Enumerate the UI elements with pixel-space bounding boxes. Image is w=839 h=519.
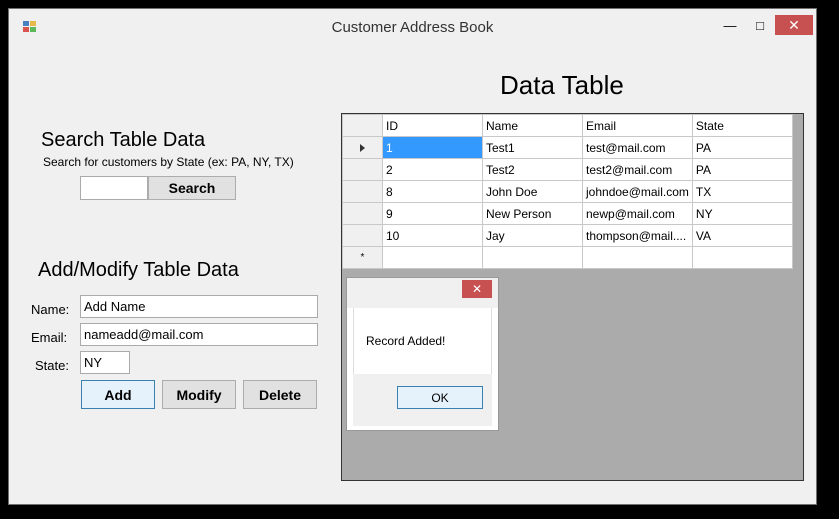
table-cell[interactable]: test2@mail.com bbox=[582, 158, 693, 181]
column-header-id[interactable]: ID bbox=[382, 114, 483, 137]
minimize-icon[interactable]: — bbox=[717, 15, 743, 35]
state-label: State: bbox=[35, 358, 69, 373]
close-icon[interactable]: ✕ bbox=[775, 15, 813, 35]
name-label: Name: bbox=[31, 302, 70, 317]
ok-button[interactable]: OK bbox=[397, 386, 483, 409]
message-dialog: ✕ Record Added! OK bbox=[346, 277, 499, 431]
table-row[interactable]: 1 Test1 test@mail.com PA bbox=[342, 136, 793, 159]
dialog-body: Record Added! bbox=[353, 308, 492, 374]
row-header[interactable] bbox=[342, 136, 383, 159]
search-input[interactable] bbox=[80, 176, 148, 200]
table-cell[interactable]: Test2 bbox=[482, 158, 583, 181]
table-cell[interactable]: NY bbox=[691, 202, 793, 225]
table-row[interactable]: 10 Jay thompson@mail.... VA bbox=[342, 224, 793, 247]
table-cell[interactable]: PA bbox=[691, 136, 793, 159]
column-header-state[interactable]: State bbox=[691, 114, 793, 137]
dialog-message: Record Added! bbox=[366, 334, 446, 348]
table-cell[interactable]: PA bbox=[691, 158, 793, 181]
table-cell[interactable]: Jay bbox=[482, 224, 583, 247]
table-cell[interactable] bbox=[382, 246, 483, 269]
table-cell[interactable]: 9 bbox=[382, 202, 483, 225]
search-heading: Search Table Data bbox=[41, 129, 206, 151]
corner-header[interactable] bbox=[342, 114, 383, 137]
email-label: Email: bbox=[31, 330, 68, 345]
table-cell[interactable]: newp@mail.com bbox=[582, 202, 693, 225]
main-window: Customer Address Book — □ ✕ Search Table… bbox=[8, 8, 817, 505]
search-button[interactable]: Search bbox=[148, 176, 236, 200]
row-header[interactable] bbox=[342, 180, 383, 203]
table-cell[interactable]: 8 bbox=[382, 180, 483, 203]
dialog-title-bar[interactable]: ✕ bbox=[347, 278, 498, 308]
table-cell[interactable]: test@mail.com bbox=[582, 136, 693, 159]
table-cell[interactable]: TX bbox=[691, 180, 793, 203]
table-cell[interactable]: 10 bbox=[382, 224, 483, 247]
dialog-close-icon[interactable]: ✕ bbox=[462, 280, 492, 298]
add-button[interactable]: Add bbox=[81, 380, 155, 409]
table-cell[interactable]: VA bbox=[691, 224, 793, 247]
table-header-row: ID Name Email State bbox=[342, 114, 793, 137]
table-row[interactable]: 2 Test2 test2@mail.com PA bbox=[342, 158, 793, 181]
edit-heading: Add/Modify Table Data bbox=[38, 259, 239, 281]
table-row[interactable]: 9 New Person newp@mail.com NY bbox=[342, 202, 793, 225]
row-header[interactable] bbox=[342, 158, 383, 181]
modify-button[interactable]: Modify bbox=[162, 380, 236, 409]
email-input[interactable] bbox=[80, 323, 318, 346]
column-header-email[interactable]: Email bbox=[582, 114, 693, 137]
row-header[interactable] bbox=[342, 202, 383, 225]
data-grid-table: ID Name Email State 1 Test1 test@mail.co… bbox=[342, 114, 793, 269]
state-input[interactable] bbox=[80, 351, 130, 374]
delete-button[interactable]: Delete bbox=[243, 380, 317, 409]
table-cell[interactable]: 2 bbox=[382, 158, 483, 181]
table-cell[interactable]: thompson@mail.... bbox=[582, 224, 693, 247]
new-row-marker[interactable]: * bbox=[342, 246, 383, 269]
table-cell[interactable]: New Person bbox=[482, 202, 583, 225]
table-cell[interactable]: 1 bbox=[382, 136, 483, 159]
table-cell[interactable] bbox=[691, 246, 793, 269]
name-input[interactable] bbox=[80, 295, 318, 318]
new-row[interactable]: * bbox=[342, 246, 793, 269]
table-cell[interactable]: Test1 bbox=[482, 136, 583, 159]
table-heading: Data Table bbox=[500, 70, 624, 100]
search-hint: Search for customers by State (ex: PA, N… bbox=[43, 155, 294, 169]
window-title: Customer Address Book bbox=[331, 19, 494, 36]
title-bar[interactable]: Customer Address Book — □ ✕ bbox=[9, 9, 816, 45]
table-cell[interactable]: John Doe bbox=[482, 180, 583, 203]
dialog-footer: OK bbox=[353, 374, 492, 426]
current-row-arrow-icon bbox=[360, 143, 365, 152]
maximize-icon[interactable]: □ bbox=[747, 15, 773, 35]
column-header-name[interactable]: Name bbox=[482, 114, 583, 137]
row-header[interactable] bbox=[342, 224, 383, 247]
table-cell[interactable] bbox=[482, 246, 583, 269]
table-row[interactable]: 8 John Doe johndoe@mail.com TX bbox=[342, 180, 793, 203]
table-cell[interactable] bbox=[582, 246, 693, 269]
table-cell[interactable]: johndoe@mail.com bbox=[582, 180, 693, 203]
